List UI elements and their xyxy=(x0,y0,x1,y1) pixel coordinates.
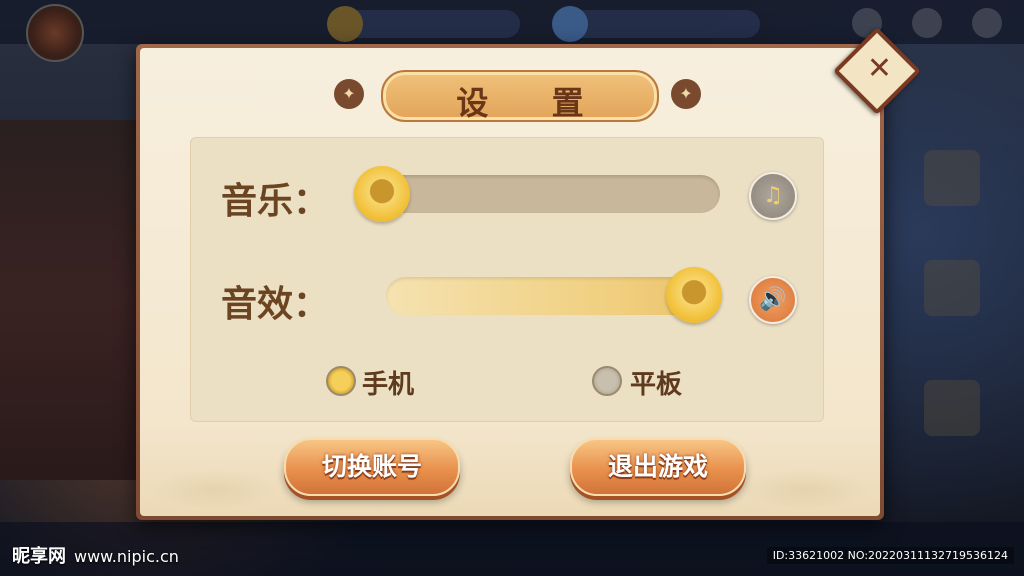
speaker-icon: 🔊 xyxy=(759,287,787,312)
exit-game-button[interactable]: 退出游戏 xyxy=(570,438,746,496)
left-banner xyxy=(0,120,140,480)
watermark-brand: 昵享网 www.nipic.cn xyxy=(12,542,179,568)
gold-pill xyxy=(327,6,520,42)
watermark-id: ID:33621002 NO:20220311132719536124 xyxy=(766,547,1014,564)
diamond-pill xyxy=(552,6,760,42)
coin-icon xyxy=(327,6,363,42)
music-toggle-button[interactable]: ♫ xyxy=(749,172,797,220)
cloud-ornament-left xyxy=(150,470,280,510)
sfx-toggle-button[interactable]: 🔊 xyxy=(749,276,797,324)
music-slider-handle[interactable] xyxy=(354,166,410,222)
calendar-icon xyxy=(924,380,980,436)
dialog-title: 设 置 xyxy=(456,84,610,122)
radio-tablet-label[interactable]: 平板 xyxy=(630,364,682,401)
sfx-label: 音效： xyxy=(221,283,330,325)
sfx-slider-handle[interactable] xyxy=(666,267,722,323)
shop-icon xyxy=(924,260,980,316)
dialog-title-plate: 设 置 xyxy=(381,70,659,122)
right-menu xyxy=(904,120,1024,500)
medal-icon xyxy=(912,8,942,38)
radio-phone[interactable] xyxy=(326,366,356,396)
rank-icon xyxy=(924,150,980,206)
watermark-url: www.nipic.cn xyxy=(74,547,179,566)
avatar xyxy=(26,4,84,62)
music-label: 音乐： xyxy=(221,180,330,222)
music-slider[interactable] xyxy=(354,166,720,222)
radio-tablet[interactable] xyxy=(592,366,622,396)
watermark-brand-text: 昵享网 xyxy=(12,546,66,567)
title-ornament-right-icon: ✦ xyxy=(671,79,701,109)
diamond-icon xyxy=(552,6,588,42)
title-ornament-left-icon: ✦ xyxy=(334,79,364,109)
music-note-icon: ♫ xyxy=(763,183,783,208)
cloud-ornament-right xyxy=(740,470,870,510)
switch-account-button[interactable]: 切换账号 xyxy=(284,438,460,496)
radio-phone-label[interactable]: 手机 xyxy=(362,364,414,401)
sfx-slider[interactable] xyxy=(386,267,722,323)
close-icon: ✕ xyxy=(866,51,893,87)
settings-gear-icon xyxy=(972,8,1002,38)
